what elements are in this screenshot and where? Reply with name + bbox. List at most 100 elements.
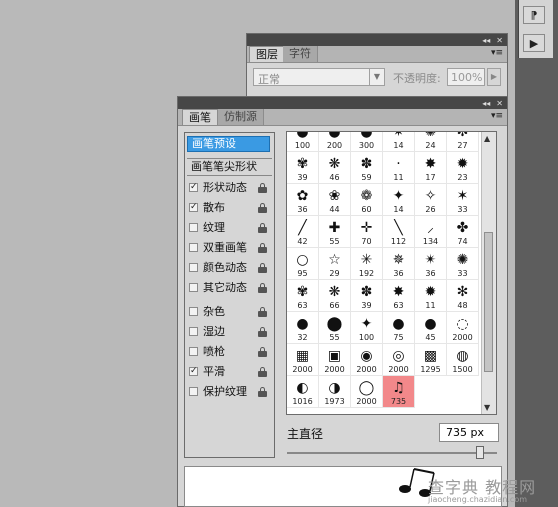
brush-tip-cell[interactable]: ⸝ 134 — [415, 216, 447, 248]
option-checkbox[interactable] — [189, 263, 198, 272]
option-checkbox[interactable]: ✓ — [189, 367, 198, 376]
brush-tip-cell[interactable]: ▦ 2000 — [287, 344, 319, 376]
lock-icon[interactable] — [258, 347, 267, 357]
brush-tip-cell[interactable]: ● 300 — [351, 132, 383, 152]
brush-tip-cell[interactable]: ✧ 26 — [415, 184, 447, 216]
opacity-input[interactable]: 100% — [447, 68, 485, 86]
brush-tip-cell[interactable]: ╱ 42 — [287, 216, 319, 248]
brush-tip-cell[interactable]: ● 45 — [415, 312, 447, 344]
lock-icon[interactable] — [258, 223, 267, 233]
brush-option-item[interactable]: ✓ 形状动态 — [185, 179, 273, 197]
brush-tip-cell[interactable]: ✾ 39 — [287, 152, 319, 184]
brush-tip-cell[interactable]: ◯ 2000 — [351, 376, 383, 408]
lock-icon[interactable] — [258, 203, 267, 213]
brush-option-item[interactable]: 纹理 — [185, 219, 273, 237]
brush-tip-cell[interactable]: ◍ 1500 — [447, 344, 479, 376]
brush-tip-cell[interactable]: ✻ 48 — [447, 280, 479, 312]
brush-tip-cell[interactable]: ◌ 2000 — [447, 312, 479, 344]
brush-tip-cell[interactable]: ✺ 24 — [415, 132, 447, 152]
option-checkbox[interactable] — [189, 243, 198, 252]
brush-option-item[interactable]: ✓ 平滑 — [185, 363, 273, 381]
brush-tip-cell[interactable]: ✻ 27 — [447, 132, 479, 152]
panel-menu-icon[interactable]: ▾≡ — [491, 48, 503, 58]
brush-tip-cell[interactable]: ❋ 66 — [319, 280, 351, 312]
brush-presets-button[interactable]: 画笔预设 — [187, 136, 270, 152]
scrollbar[interactable]: ▲ ▼ — [481, 132, 496, 414]
brush-tip-cell[interactable]: ✽ 39 — [351, 280, 383, 312]
brush-tip-shape-item[interactable]: 画笔笔尖形状 — [187, 158, 272, 176]
brush-tip-cell[interactable]: ☆ 29 — [319, 248, 351, 280]
brush-tip-cell[interactable]: ● 100 — [287, 132, 319, 152]
brush-tip-cell[interactable]: ◎ 2000 — [383, 344, 415, 376]
brush-tip-cell[interactable]: ▩ 1295 — [415, 344, 447, 376]
lock-icon[interactable] — [258, 183, 267, 193]
brush-tip-cell[interactable]: · 11 — [383, 152, 415, 184]
panel-menu-icon[interactable]: ▾≡ — [491, 111, 503, 121]
tab-clone-source[interactable]: 仿制源 — [218, 109, 264, 125]
option-checkbox[interactable] — [189, 283, 198, 292]
brush-option-item[interactable]: 双重画笔 — [185, 239, 273, 257]
lock-icon[interactable] — [258, 367, 267, 377]
brush-tip-cell[interactable]: ✦ 14 — [383, 184, 415, 216]
option-checkbox[interactable] — [189, 387, 198, 396]
option-checkbox[interactable] — [189, 327, 198, 336]
brush-tip-cell[interactable]: ✶ 33 — [447, 184, 479, 216]
lock-icon[interactable] — [258, 263, 267, 273]
option-checkbox[interactable] — [189, 307, 198, 316]
close-icon[interactable]: ✕ — [496, 99, 503, 108]
collapse-icon[interactable]: ◂◂ — [482, 36, 490, 45]
brush-option-item[interactable]: 喷枪 — [185, 343, 273, 361]
brush-tip-cell[interactable]: ✤ 74 — [447, 216, 479, 248]
lock-icon[interactable] — [258, 283, 267, 293]
brush-tip-cell[interactable]: ✺ 33 — [447, 248, 479, 280]
option-checkbox[interactable] — [189, 223, 198, 232]
brush-tip-cell[interactable]: ✸ 63 — [383, 280, 415, 312]
brush-tip-cell[interactable]: ● 200 — [319, 132, 351, 152]
brush-tip-cell[interactable]: ⬤ 55 — [319, 312, 351, 344]
lock-icon[interactable] — [258, 307, 267, 317]
scroll-down-icon[interactable]: ▼ — [484, 403, 490, 412]
brush-tip-cell[interactable]: ❀ 44 — [319, 184, 351, 216]
brush-tip-cell[interactable]: ╲ 112 — [383, 216, 415, 248]
lock-icon[interactable] — [258, 387, 267, 397]
brush-tip-cell[interactable]: ✦ 100 — [351, 312, 383, 344]
lock-icon[interactable] — [258, 327, 267, 337]
brush-tip-cell[interactable]: ✛ 70 — [351, 216, 383, 248]
layers-tool-icon[interactable]: ⁋ — [523, 6, 545, 24]
brush-option-item[interactable]: 湿边 — [185, 323, 273, 341]
diameter-slider-thumb[interactable] — [476, 446, 485, 459]
option-checkbox[interactable]: ✓ — [189, 203, 198, 212]
brush-tip-cell[interactable]: ✸ 17 — [415, 152, 447, 184]
option-checkbox[interactable] — [189, 347, 198, 356]
brush-option-item[interactable]: ✓ 散布 — [185, 199, 273, 217]
collapse-icon[interactable]: ◂◂ — [482, 99, 490, 108]
scrollbar-thumb[interactable] — [484, 232, 493, 372]
brush-tip-cell[interactable]: ✹ 11 — [415, 280, 447, 312]
brush-tip-cell[interactable]: ✿ 36 — [287, 184, 319, 216]
option-checkbox[interactable]: ✓ — [189, 183, 198, 192]
close-icon[interactable]: ✕ — [496, 36, 503, 45]
brush-tip-cell[interactable]: ❋ 46 — [319, 152, 351, 184]
brush-tip-cell[interactable]: ✚ 55 — [319, 216, 351, 248]
blend-mode-select[interactable]: 正常 ▼ — [253, 68, 385, 86]
brush-option-item[interactable]: 其它动态 — [185, 279, 273, 297]
tab-brush[interactable]: 画笔 — [182, 109, 218, 125]
brush-tip-cell[interactable]: ✴ 36 — [415, 248, 447, 280]
brush-option-item[interactable]: 保护纹理 — [185, 383, 273, 401]
brush-option-item[interactable]: 杂色 — [185, 303, 273, 321]
brush-tip-cell[interactable]: ✽ 59 — [351, 152, 383, 184]
opacity-slider-icon[interactable]: ▶ — [487, 68, 501, 86]
brush-tip-cell[interactable]: ✾ 63 — [287, 280, 319, 312]
brush-option-item[interactable]: 颜色动态 — [185, 259, 273, 277]
master-diameter-input[interactable] — [439, 423, 499, 442]
tab-layers[interactable]: 图层 — [249, 46, 285, 62]
play-icon[interactable]: ▶ — [523, 34, 545, 52]
brush-tip-cell[interactable]: ♫ 735 — [383, 376, 415, 408]
tab-character[interactable]: 字符 — [283, 46, 318, 62]
brush-tip-cell[interactable]: ○ 95 — [287, 248, 319, 280]
brush-tip-cell[interactable]: ✹ 23 — [447, 152, 479, 184]
brush-tip-cell[interactable]: ✳ 192 — [351, 248, 383, 280]
brush-tip-cell[interactable]: ❁ 60 — [351, 184, 383, 216]
brush-tip-cell[interactable]: ● 75 — [383, 312, 415, 344]
brush-tip-cell[interactable]: ▣ 2000 — [319, 344, 351, 376]
